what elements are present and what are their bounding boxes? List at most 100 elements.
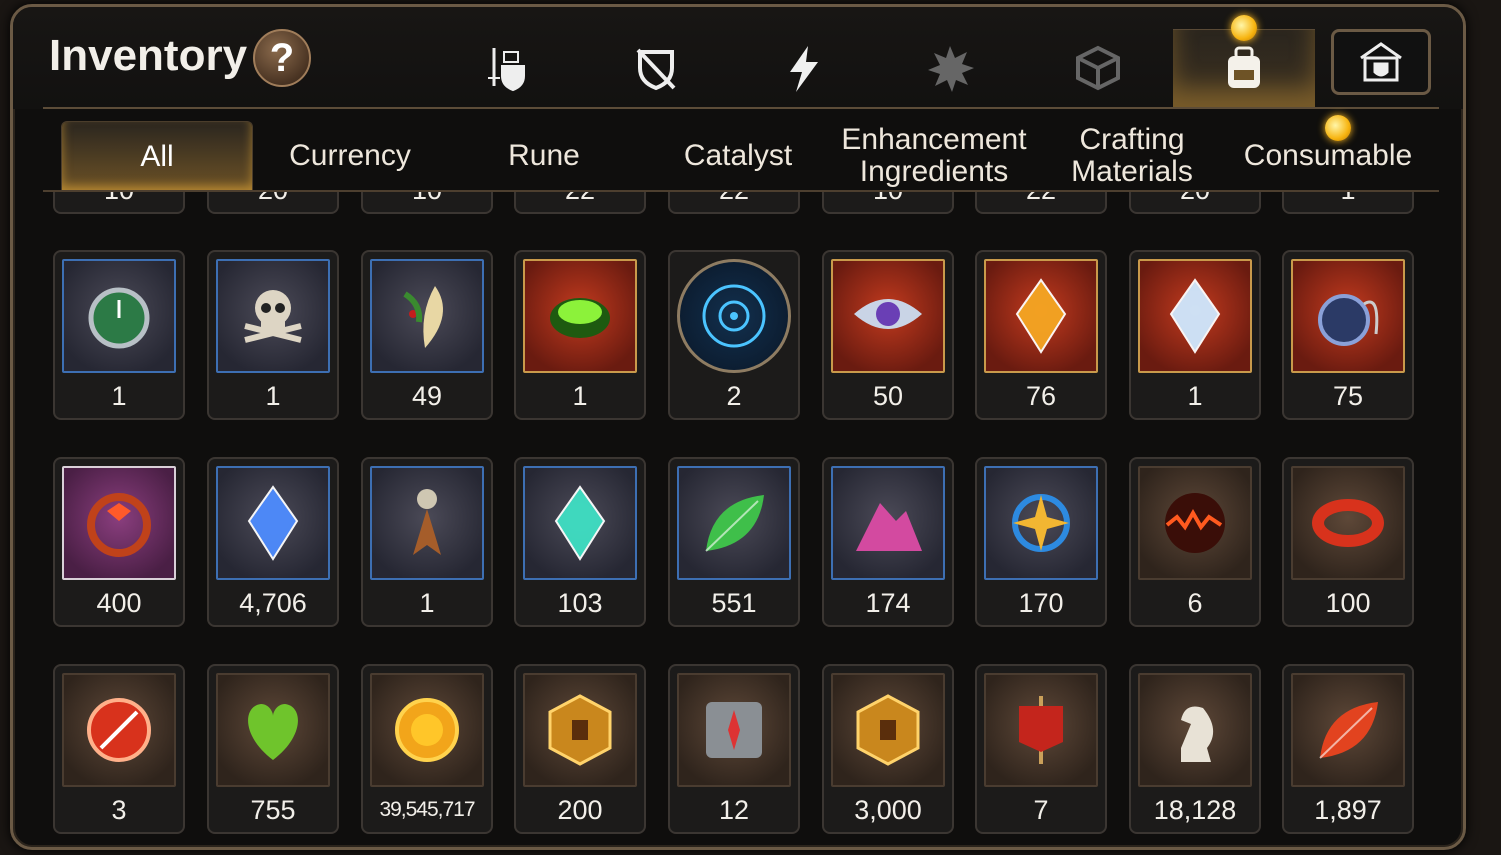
- item-count: 76: [1025, 381, 1057, 411]
- item-count: 100: [1325, 588, 1371, 618]
- notification-dot-icon: [1231, 15, 1257, 41]
- item-tile: [1291, 673, 1405, 787]
- inventory-item[interactable]: 7: [975, 664, 1107, 834]
- backpack-icon[interactable]: [1215, 39, 1273, 97]
- inventory-item[interactable]: 1: [361, 457, 493, 627]
- item-count: 50: [872, 381, 904, 411]
- item-count: 39,545,717: [379, 798, 475, 821]
- item-count: 170: [1018, 588, 1064, 618]
- tab-rune[interactable]: Rune: [449, 121, 639, 191]
- inventory-window: Inventory ? All Currency Rune Catalyst E…: [10, 4, 1466, 850]
- inventory-item[interactable]: 2: [668, 250, 800, 420]
- tab-currency[interactable]: Currency: [255, 121, 445, 191]
- red-seal-icon: [87, 698, 151, 762]
- item-count: 3: [111, 795, 127, 825]
- item-tile: [523, 259, 637, 373]
- inventory-item[interactable]: 1,897: [1282, 664, 1414, 834]
- red-banner-icon: [1019, 696, 1063, 764]
- item-count: 4,706: [239, 588, 307, 618]
- inventory-item[interactable]: 174: [822, 457, 954, 627]
- item-tile: [1291, 259, 1405, 373]
- item-count: 1: [111, 381, 127, 411]
- item-tile: [831, 673, 945, 787]
- inventory-grid: 1020102222102220111491250761754004,70611…: [13, 192, 1463, 847]
- item-count: 1: [419, 588, 435, 618]
- notification-dot-icon: [1325, 115, 1351, 141]
- item-tile: [370, 466, 484, 580]
- green-pocket-watch-icon: [88, 287, 150, 349]
- inventory-item[interactable]: 1: [53, 250, 185, 420]
- tab-crafting-materials[interactable]: Crafting Materials: [1037, 121, 1227, 191]
- inventory-item-partial[interactable]: 10: [822, 192, 954, 214]
- inventory-item[interactable]: 1: [1129, 250, 1261, 420]
- tab-all[interactable]: All: [61, 121, 253, 192]
- item-tile: [677, 673, 791, 787]
- winged-eye-icon: [854, 299, 922, 329]
- inventory-item[interactable]: 39,545,717: [361, 664, 493, 834]
- red-bracelet-icon: [1312, 499, 1384, 547]
- inventory-item[interactable]: 76: [975, 250, 1107, 420]
- inventory-item-partial[interactable]: 22: [668, 192, 800, 214]
- item-count: 75: [1332, 381, 1364, 411]
- item-tile: [216, 466, 330, 580]
- item-count: 7: [1033, 795, 1049, 825]
- inventory-item-partial[interactable]: 10: [361, 192, 493, 214]
- item-count: 1: [265, 381, 281, 411]
- inventory-item[interactable]: 551: [668, 457, 800, 627]
- inventory-item[interactable]: 3: [53, 664, 185, 834]
- category-tabs: All Currency Rune Catalyst Enhancement I…: [43, 113, 1439, 193]
- item-count: 1: [1284, 192, 1412, 206]
- gold-hex-medal-icon: [548, 694, 612, 766]
- inventory-item[interactable]: 49: [361, 250, 493, 420]
- inventory-item-partial[interactable]: 20: [1129, 192, 1261, 214]
- splat-icon[interactable]: [921, 39, 979, 97]
- amber-crystal-icon: [1015, 278, 1067, 354]
- inventory-item-partial[interactable]: 22: [975, 192, 1107, 214]
- green-leaf-icon: [705, 495, 764, 552]
- inventory-item[interactable]: 200: [514, 664, 646, 834]
- item-tile: [216, 259, 330, 373]
- item-tile: [216, 673, 330, 787]
- inventory-item[interactable]: 6: [1129, 457, 1261, 627]
- inventory-item-partial[interactable]: 10: [53, 192, 185, 214]
- item-tile: [1138, 466, 1252, 580]
- equipment-icon[interactable]: [479, 39, 537, 97]
- tab-catalyst[interactable]: Catalyst: [643, 121, 833, 191]
- inventory-item[interactable]: 1: [207, 250, 339, 420]
- item-tile: [831, 259, 945, 373]
- inventory-item[interactable]: 4,706: [207, 457, 339, 627]
- inventory-item[interactable]: 103: [514, 457, 646, 627]
- no-shield-icon[interactable]: [627, 39, 685, 97]
- inventory-item[interactable]: 100: [1282, 457, 1414, 627]
- inventory-item[interactable]: 170: [975, 457, 1107, 627]
- inventory-item-partial[interactable]: 20: [207, 192, 339, 214]
- inventory-item[interactable]: 1: [514, 250, 646, 420]
- inventory-item[interactable]: 75: [1282, 250, 1414, 420]
- item-tile: [1138, 673, 1252, 787]
- inventory-item[interactable]: 12: [668, 664, 800, 834]
- triquetra-crystal-icon: [1169, 278, 1221, 354]
- item-count: 49: [411, 381, 443, 411]
- item-count: 18,128: [1153, 795, 1237, 825]
- inventory-item[interactable]: 3,000: [822, 664, 954, 834]
- item-count: 20: [209, 192, 337, 206]
- star-amulet-icon: [1012, 494, 1070, 552]
- inventory-item-partial[interactable]: 1: [1282, 192, 1414, 214]
- red-leaves-icon: [1319, 702, 1378, 759]
- item-count: 174: [865, 588, 911, 618]
- cube-icon[interactable]: [1069, 39, 1127, 97]
- help-button[interactable]: ?: [253, 29, 311, 87]
- inventory-item[interactable]: 50: [822, 250, 954, 420]
- inventory-item[interactable]: 755: [207, 664, 339, 834]
- inventory-item-partial[interactable]: 22: [514, 192, 646, 214]
- item-tile: [984, 673, 1098, 787]
- item-count: 22: [670, 192, 798, 206]
- inventory-item[interactable]: 18,128: [1129, 664, 1261, 834]
- guild-shop-button[interactable]: [1331, 29, 1431, 95]
- inventory-item[interactable]: 400: [53, 457, 185, 627]
- item-tile: [984, 466, 1098, 580]
- item-count: 200: [557, 795, 603, 825]
- tab-enhancement-ingredients[interactable]: Enhancement Ingredients: [839, 121, 1029, 191]
- inventory-header: Inventory ?: [13, 7, 1463, 109]
- lightning-icon[interactable]: [775, 39, 833, 97]
